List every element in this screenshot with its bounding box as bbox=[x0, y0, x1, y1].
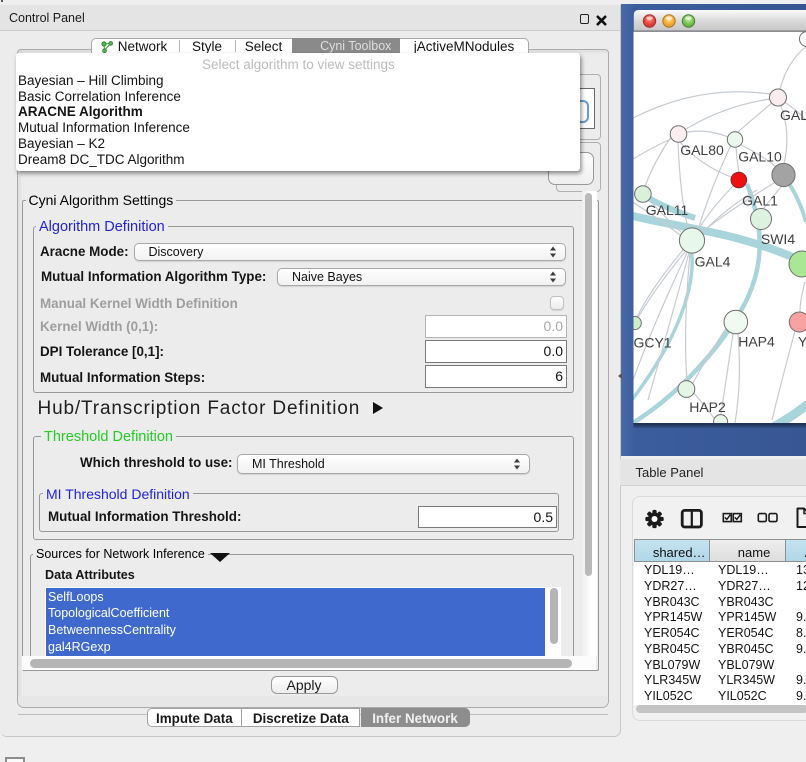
svg-text:GAL1: GAL1 bbox=[742, 193, 778, 209]
svg-text:HAP2: HAP2 bbox=[689, 399, 726, 415]
svg-text:GAL4: GAL4 bbox=[695, 254, 731, 270]
svg-text:GCY1: GCY1 bbox=[633, 335, 671, 351]
svg-text:GAL80: GAL80 bbox=[680, 142, 724, 158]
svg-text:GAL: GAL bbox=[780, 107, 806, 123]
svg-text:Y: Y bbox=[798, 334, 806, 350]
svg-text:HAP4: HAP4 bbox=[738, 334, 775, 350]
svg-text:GAL10: GAL10 bbox=[738, 149, 782, 165]
svg-text:SWI4: SWI4 bbox=[761, 231, 795, 247]
svg-text:GAL11: GAL11 bbox=[646, 202, 689, 218]
